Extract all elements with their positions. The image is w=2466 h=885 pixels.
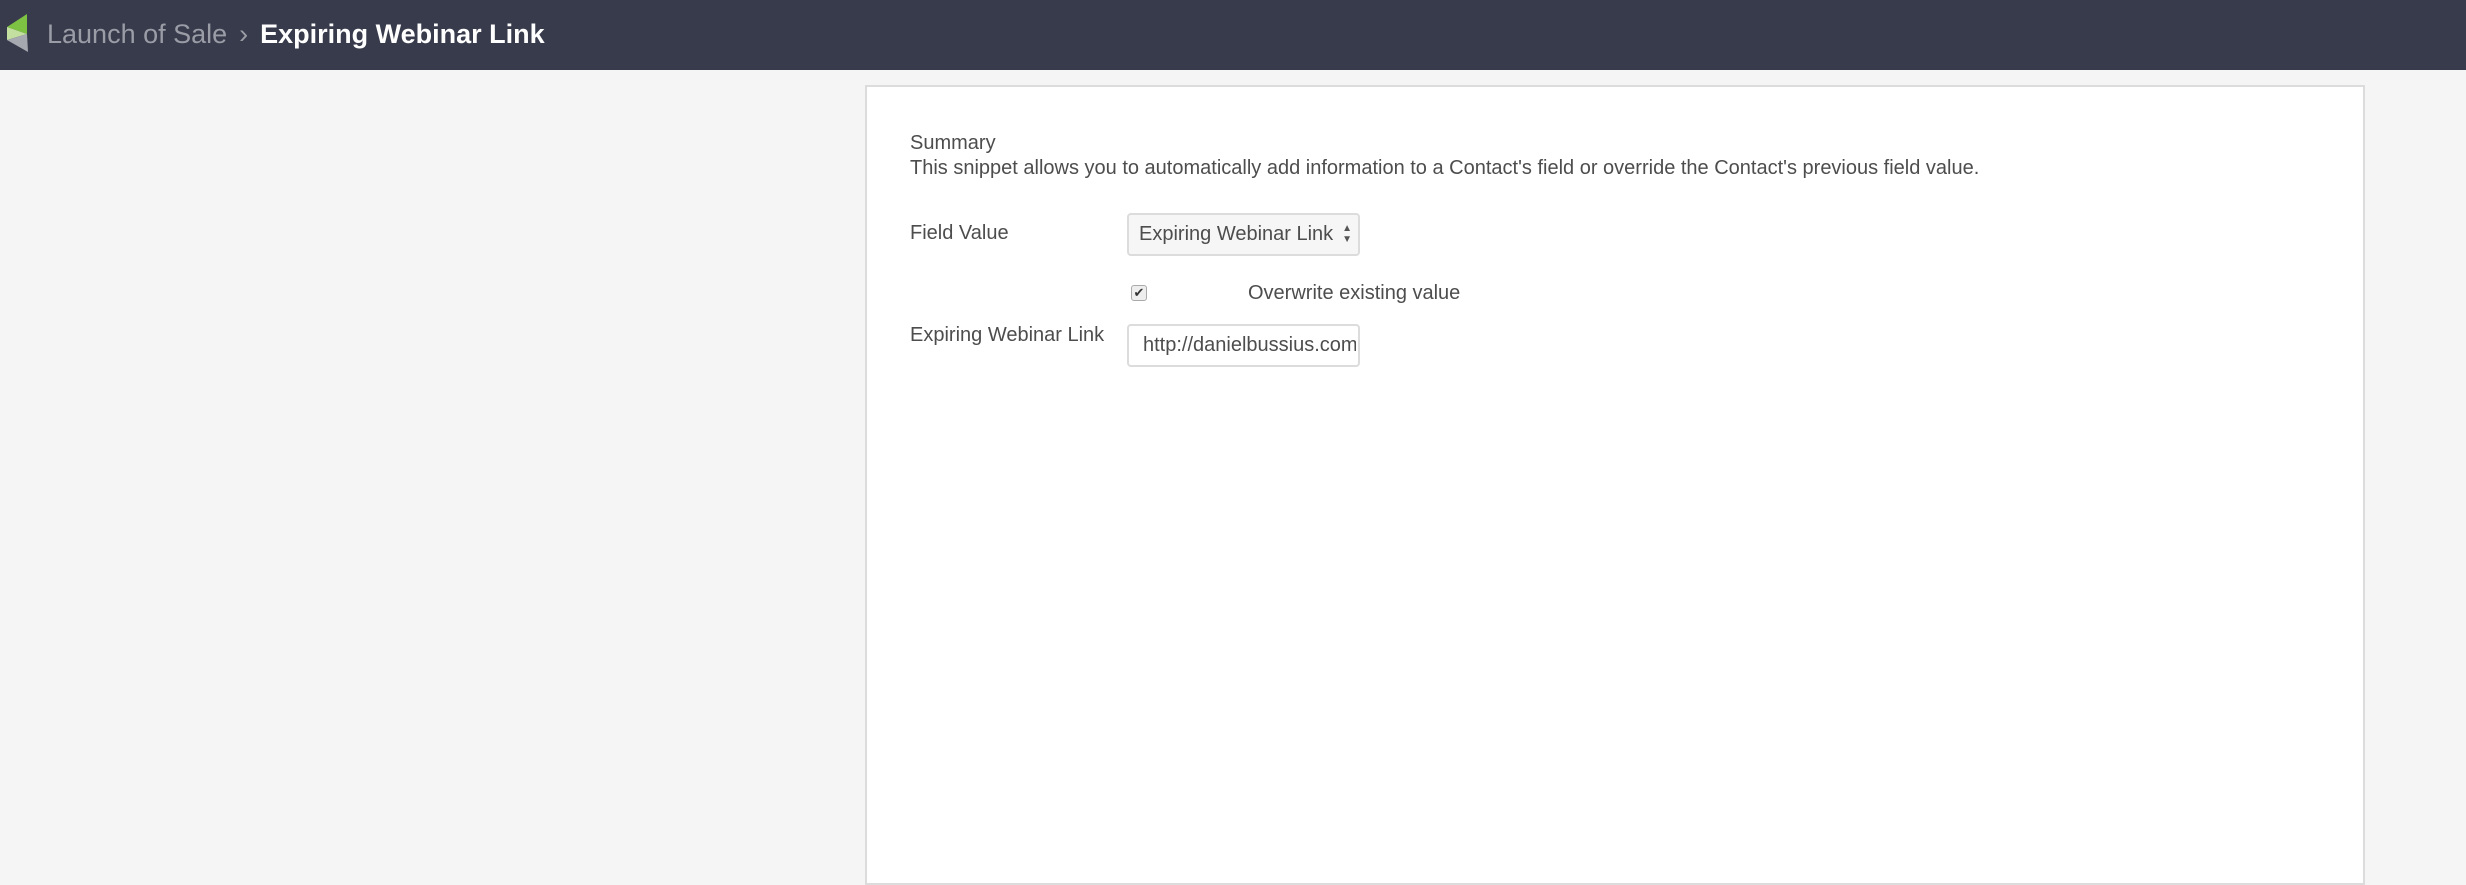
breadcrumb-parent-link[interactable]: Launch of Sale — [47, 19, 227, 49]
breadcrumb: Launch of Sale › Expiring Webinar Link — [47, 16, 545, 52]
field-value-select[interactable]: Expiring Webinar Link ▲ ▼ — [1127, 213, 1360, 256]
link-input[interactable] — [1127, 324, 1360, 367]
select-arrows-icon: ▲ ▼ — [1342, 223, 1352, 245]
breadcrumb-current: Expiring Webinar Link — [260, 19, 545, 49]
app-logo-icon[interactable] — [5, 12, 31, 54]
overwrite-label[interactable]: Overwrite existing value — [1248, 281, 1460, 305]
field-value-selected: Expiring Webinar Link — [1139, 223, 1334, 245]
snippet-panel — [865, 85, 2365, 885]
breadcrumb-separator-icon: › — [239, 19, 249, 49]
field-value-label: Field Value — [910, 222, 1009, 244]
summary-title: Summary — [910, 132, 996, 154]
overwrite-checkbox[interactable]: ✔ — [1131, 285, 1147, 301]
link-label: Expiring Webinar Link — [910, 324, 1105, 346]
summary-text: This snippet allows you to automatically… — [910, 157, 1980, 179]
top-bar: Launch of Sale › Expiring Webinar Link — [0, 0, 2466, 70]
